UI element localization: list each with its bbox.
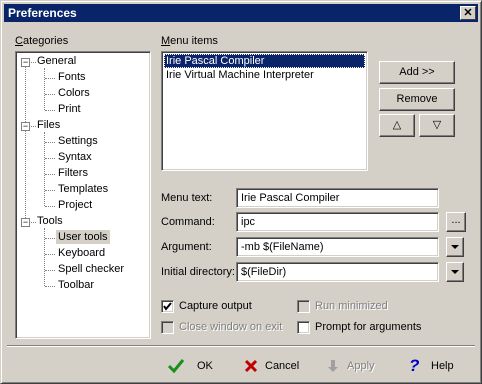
tree-fonts[interactable]: Fonts	[58, 71, 86, 83]
move-down-button[interactable]: ▽	[419, 114, 455, 137]
menu-text-input[interactable]: Irie Pascal Compiler	[236, 188, 439, 208]
menu-items-label: Menu items	[161, 35, 218, 47]
menu-items-list[interactable]: Irie Pascal Compiler Irie Virtual Machin…	[161, 51, 368, 171]
tree-colors[interactable]: Colors	[58, 87, 90, 99]
menu-text-label: Menu text:	[161, 192, 213, 204]
run-minimized-checkbox	[297, 300, 310, 313]
close-button[interactable]: ✕	[460, 6, 476, 20]
remove-button[interactable]: Remove	[379, 88, 455, 111]
collapse-general-icon[interactable]: −	[21, 58, 30, 67]
collapse-tools-icon[interactable]: −	[21, 218, 30, 227]
window-title: Preferences	[8, 6, 77, 20]
menu-item[interactable]: Irie Virtual Machine Interpreter	[166, 68, 314, 82]
checkmark-icon	[167, 359, 185, 374]
move-up-button[interactable]: △	[379, 114, 415, 137]
help-question-icon: ?	[409, 356, 420, 375]
tree-print[interactable]: Print	[58, 103, 81, 115]
tree-keyboard[interactable]: Keyboard	[58, 247, 105, 259]
categories-label: Categories	[15, 35, 69, 47]
arrow-down-icon	[451, 245, 459, 249]
categories-tree[interactable]: − General Fonts Colors Print − Files Set…	[15, 51, 151, 339]
tree-project[interactable]: Project	[58, 199, 92, 211]
arrow-down-icon	[451, 270, 459, 274]
tree-templates[interactable]: Templates	[58, 183, 108, 195]
argument-input[interactable]: -mb $(FileName)	[236, 237, 439, 257]
tree-files[interactable]: Files	[37, 119, 60, 131]
prompt-for-arguments-checkbox[interactable]	[297, 321, 310, 334]
run-minimized-label: Run minimized	[315, 300, 388, 312]
close-window-on-exit-label: Close window on exit	[179, 321, 283, 333]
tree-toolbar[interactable]: Toolbar	[58, 279, 94, 291]
capture-output-label[interactable]: Capture output	[179, 300, 252, 312]
tree-filters[interactable]: Filters	[58, 167, 88, 179]
footer-separator	[7, 345, 475, 347]
browse-button[interactable]: ...	[446, 212, 466, 232]
tree-tools[interactable]: Tools	[37, 215, 63, 227]
tree-spell-checker[interactable]: Spell checker	[58, 263, 124, 275]
add-button[interactable]: Add >>	[379, 61, 455, 84]
capture-output-checkbox[interactable]	[161, 300, 174, 313]
cancel-x-icon	[244, 359, 258, 373]
initial-directory-dropdown-button[interactable]	[446, 262, 464, 282]
tree-settings[interactable]: Settings	[58, 135, 98, 147]
prompt-for-arguments-label[interactable]: Prompt for arguments	[315, 321, 421, 333]
command-label: Command:	[161, 216, 215, 228]
preferences-dialog: Preferences ✕ Categories − General Fonts…	[0, 0, 482, 384]
argument-dropdown-button[interactable]	[446, 237, 464, 257]
collapse-files-icon[interactable]: −	[21, 122, 30, 131]
argument-label: Argument:	[161, 241, 212, 253]
close-window-on-exit-checkbox	[161, 321, 174, 334]
initial-directory-label: Initial directory:	[161, 266, 235, 278]
apply-arrow-icon	[328, 360, 338, 372]
command-input[interactable]: ipc	[236, 212, 439, 232]
menu-item-selected[interactable]: Irie Pascal Compiler	[164, 54, 365, 68]
checkmark-icon	[163, 302, 172, 311]
tree-user-tools-selected[interactable]: User tools	[56, 230, 110, 244]
title-bar: Preferences ✕	[4, 4, 478, 22]
tree-syntax[interactable]: Syntax	[58, 151, 92, 163]
tree-general[interactable]: General	[37, 55, 76, 67]
initial-directory-input[interactable]: $(FileDir)	[236, 262, 439, 282]
